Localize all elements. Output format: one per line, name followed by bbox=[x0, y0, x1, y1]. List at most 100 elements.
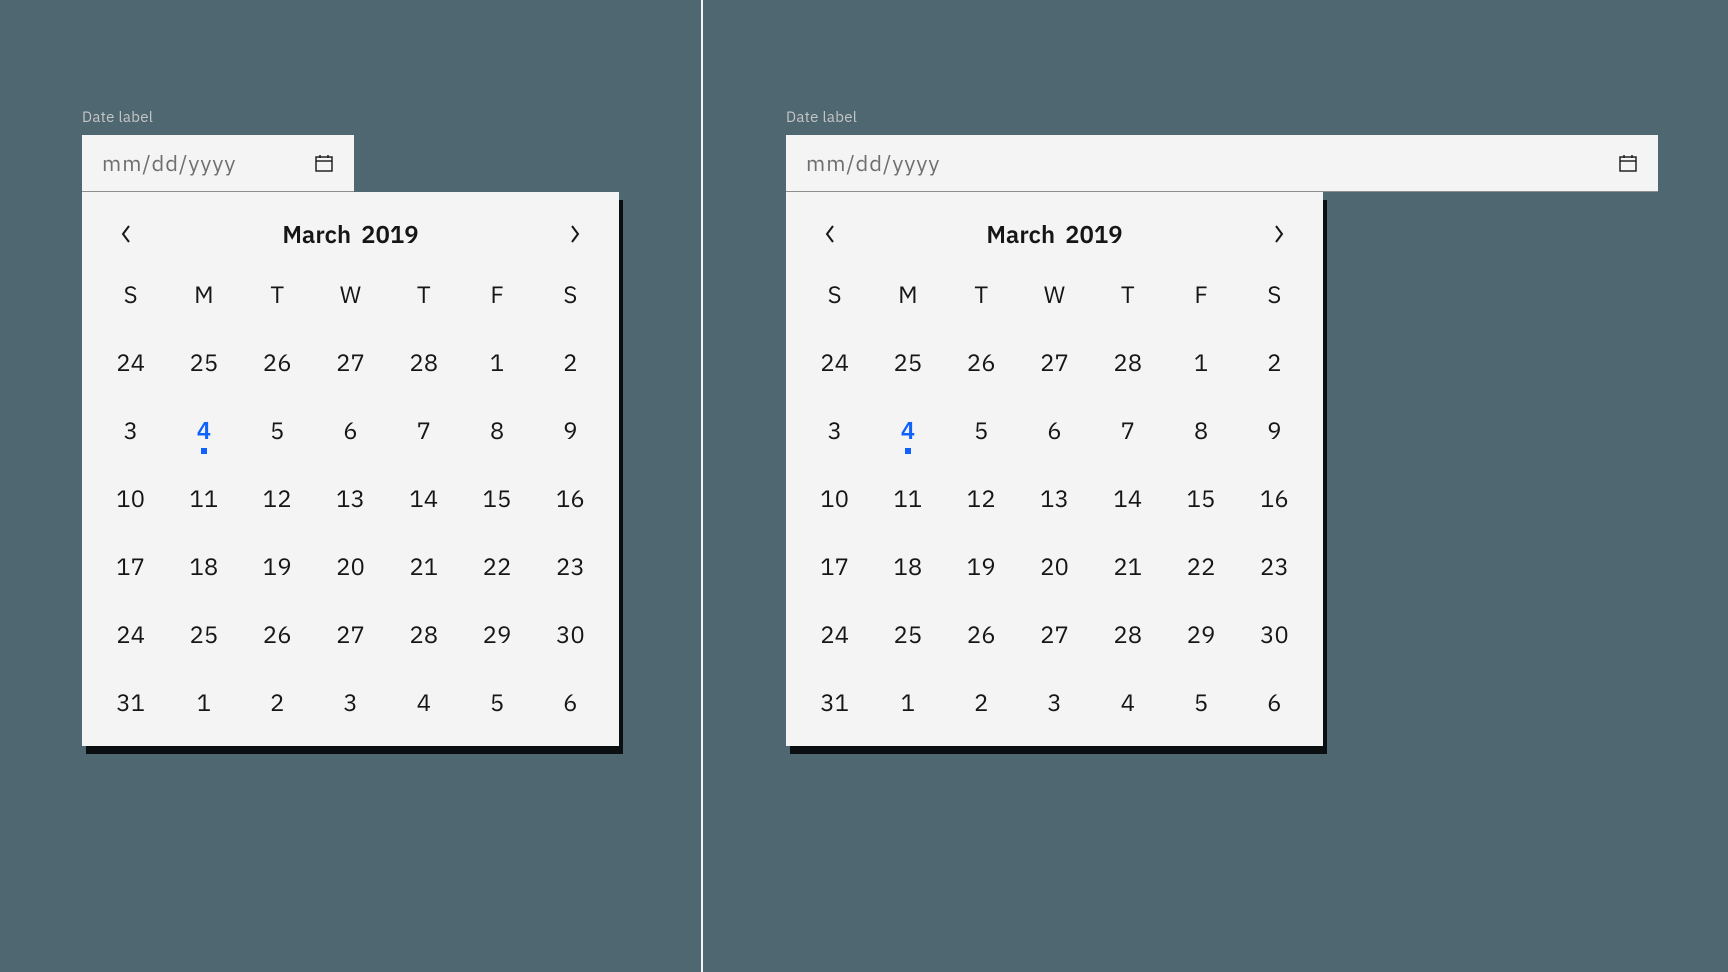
weekday-header: T bbox=[1091, 264, 1164, 328]
calendar-day[interactable]: 23 bbox=[1238, 532, 1311, 600]
calendar-day[interactable]: 21 bbox=[1091, 532, 1164, 600]
calendar-day[interactable]: 28 bbox=[387, 600, 460, 668]
calendar-day[interactable]: 12 bbox=[241, 464, 314, 532]
calendar-day[interactable]: 4 bbox=[387, 668, 460, 736]
calendar-day[interactable]: 14 bbox=[1091, 464, 1164, 532]
calendar-day[interactable]: 2 bbox=[1238, 328, 1311, 396]
prev-month-button[interactable] bbox=[110, 218, 142, 250]
calendar-day[interactable]: 2 bbox=[534, 328, 607, 396]
calendar-day[interactable]: 1 bbox=[871, 668, 944, 736]
calendar-day[interactable]: 28 bbox=[1091, 328, 1164, 396]
calendar-day[interactable]: 24 bbox=[798, 600, 871, 668]
calendar-day[interactable]: 27 bbox=[1018, 328, 1091, 396]
prev-month-button[interactable] bbox=[814, 218, 846, 250]
calendar-day[interactable]: 9 bbox=[1238, 396, 1311, 464]
calendar-day[interactable]: 13 bbox=[1018, 464, 1091, 532]
calendar-day[interactable]: 5 bbox=[460, 668, 533, 736]
calendar-icon[interactable] bbox=[314, 153, 334, 173]
calendar-day[interactable]: 4 bbox=[871, 396, 944, 464]
next-month-button[interactable] bbox=[1263, 218, 1295, 250]
calendar-day[interactable]: 25 bbox=[871, 600, 944, 668]
calendar-day[interactable]: 5 bbox=[945, 396, 1018, 464]
calendar-day[interactable]: 31 bbox=[94, 668, 167, 736]
calendar-day[interactable]: 3 bbox=[798, 396, 871, 464]
month-year-label[interactable]: March2019 bbox=[282, 218, 418, 250]
calendar-day[interactable]: 27 bbox=[314, 600, 387, 668]
calendar-day[interactable]: 17 bbox=[798, 532, 871, 600]
calendar-day[interactable]: 1 bbox=[1164, 328, 1237, 396]
calendar-day[interactable]: 29 bbox=[1164, 600, 1237, 668]
calendar-day[interactable]: 27 bbox=[1018, 600, 1091, 668]
calendar-day[interactable]: 15 bbox=[1164, 464, 1237, 532]
calendar-icon[interactable] bbox=[1618, 153, 1638, 173]
calendar-day[interactable]: 16 bbox=[534, 464, 607, 532]
calendar-day[interactable]: 7 bbox=[387, 396, 460, 464]
calendar-day[interactable]: 8 bbox=[460, 396, 533, 464]
calendar-day[interactable]: 6 bbox=[1018, 396, 1091, 464]
calendar-day[interactable]: 4 bbox=[1091, 668, 1164, 736]
calendar-day[interactable]: 3 bbox=[94, 396, 167, 464]
calendar-day[interactable]: 1 bbox=[167, 668, 240, 736]
calendar-day[interactable]: 28 bbox=[387, 328, 460, 396]
calendar-day[interactable]: 3 bbox=[314, 668, 387, 736]
calendar-day[interactable]: 26 bbox=[241, 328, 314, 396]
date-input-wrapper[interactable] bbox=[786, 135, 1658, 192]
calendar-day[interactable]: 30 bbox=[1238, 600, 1311, 668]
calendar-day[interactable]: 10 bbox=[94, 464, 167, 532]
calendar-day[interactable]: 16 bbox=[1238, 464, 1311, 532]
calendar-day[interactable]: 10 bbox=[798, 464, 871, 532]
calendar-day[interactable]: 3 bbox=[1018, 668, 1091, 736]
calendar-day[interactable]: 8 bbox=[1164, 396, 1237, 464]
calendar-day[interactable]: 15 bbox=[460, 464, 533, 532]
calendar-day[interactable]: 24 bbox=[94, 328, 167, 396]
calendar-day[interactable]: 5 bbox=[241, 396, 314, 464]
calendar-day[interactable]: 18 bbox=[871, 532, 944, 600]
calendar-day[interactable]: 18 bbox=[167, 532, 240, 600]
calendar-day[interactable]: 19 bbox=[945, 532, 1018, 600]
calendar-day[interactable]: 29 bbox=[460, 600, 533, 668]
month-year-label[interactable]: March2019 bbox=[986, 218, 1122, 250]
calendar-day[interactable]: 5 bbox=[1164, 668, 1237, 736]
calendar-day[interactable]: 25 bbox=[167, 328, 240, 396]
calendar-day[interactable]: 25 bbox=[871, 328, 944, 396]
calendar-day[interactable]: 24 bbox=[798, 328, 871, 396]
calendar-day[interactable]: 2 bbox=[945, 668, 1018, 736]
calendar-day[interactable]: 22 bbox=[460, 532, 533, 600]
calendar-day[interactable]: 11 bbox=[167, 464, 240, 532]
calendar-day[interactable]: 14 bbox=[387, 464, 460, 532]
calendar-day[interactable]: 28 bbox=[1091, 600, 1164, 668]
calendar-day[interactable]: 6 bbox=[314, 396, 387, 464]
calendar-day[interactable]: 26 bbox=[241, 600, 314, 668]
calendar-day[interactable]: 2 bbox=[241, 668, 314, 736]
date-input[interactable] bbox=[102, 149, 302, 178]
date-input[interactable] bbox=[806, 149, 1606, 178]
calendar-day[interactable]: 1 bbox=[460, 328, 533, 396]
calendar-day[interactable]: 30 bbox=[534, 600, 607, 668]
date-input-wrapper[interactable] bbox=[82, 135, 354, 192]
calendar-day[interactable]: 22 bbox=[1164, 532, 1237, 600]
calendar-day[interactable]: 21 bbox=[387, 532, 460, 600]
calendar-day[interactable]: 26 bbox=[945, 600, 1018, 668]
calendar-day[interactable]: 4 bbox=[167, 396, 240, 464]
calendar-day[interactable]: 26 bbox=[945, 328, 1018, 396]
calendar-day[interactable]: 7 bbox=[1091, 396, 1164, 464]
weekday-header: W bbox=[1018, 264, 1091, 328]
calendar-day[interactable]: 20 bbox=[1018, 532, 1091, 600]
calendar-day[interactable]: 23 bbox=[534, 532, 607, 600]
calendar-day[interactable]: 13 bbox=[314, 464, 387, 532]
calendar-day[interactable]: 6 bbox=[534, 668, 607, 736]
calendar-day[interactable]: 19 bbox=[241, 532, 314, 600]
calendar-day[interactable]: 17 bbox=[94, 532, 167, 600]
next-month-button[interactable] bbox=[559, 218, 591, 250]
calendar-day[interactable]: 25 bbox=[167, 600, 240, 668]
weekday-header: T bbox=[945, 264, 1018, 328]
calendar-day[interactable]: 20 bbox=[314, 532, 387, 600]
calendar-day[interactable]: 11 bbox=[871, 464, 944, 532]
calendar-day[interactable]: 9 bbox=[534, 396, 607, 464]
calendar-day[interactable]: 6 bbox=[1238, 668, 1311, 736]
days-grid: 2425262728123456789101112131415161718192… bbox=[786, 328, 1323, 736]
calendar-day[interactable]: 27 bbox=[314, 328, 387, 396]
calendar-day[interactable]: 31 bbox=[798, 668, 871, 736]
calendar-day[interactable]: 12 bbox=[945, 464, 1018, 532]
calendar-day[interactable]: 24 bbox=[94, 600, 167, 668]
